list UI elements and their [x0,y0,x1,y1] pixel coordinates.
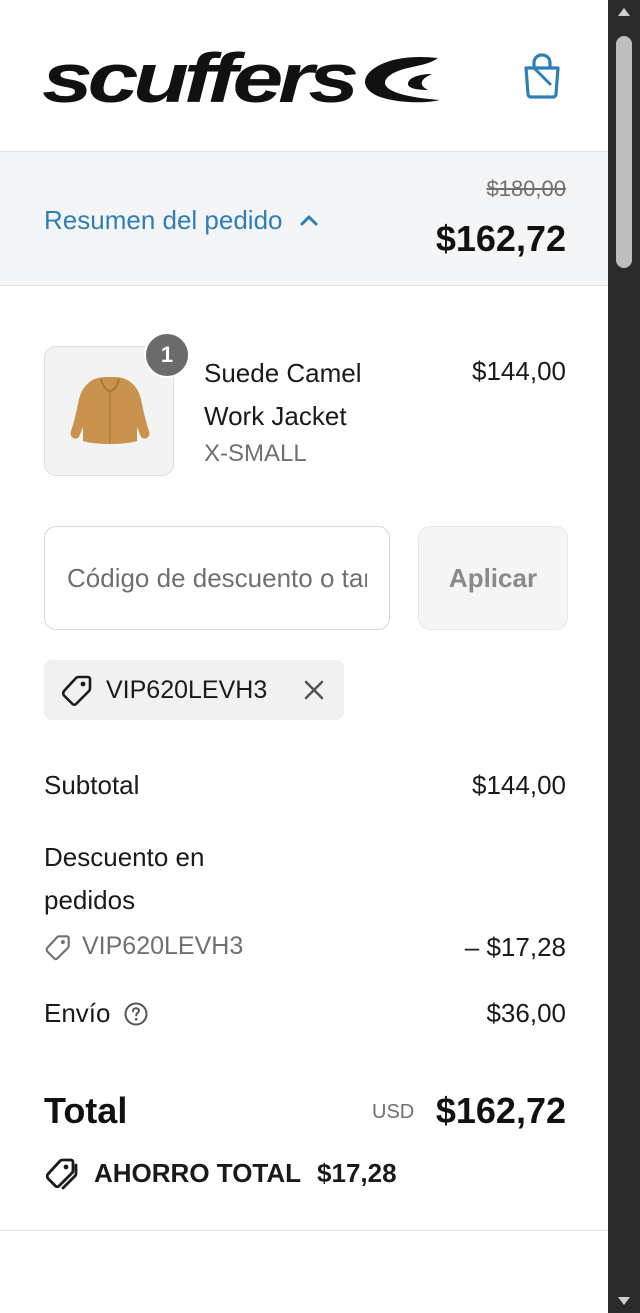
tags-icon [45,1158,78,1190]
svg-text:scuffers: scuffers [42,44,357,117]
total-savings-row: AHORRO TOTAL $17,28 [44,1156,397,1190]
header: scuffers [0,0,608,152]
discount-label: Descuento en pedidos [44,842,205,915]
summary-total-price: $162,72 [435,218,566,259]
product-name: Suede Camel Work Jacket [204,358,362,431]
total-label: Total [44,1090,128,1131]
shopping-bag-icon[interactable] [520,52,564,100]
tag-icon [45,934,70,960]
order-summary-toggle[interactable]: Resumen del pedido [44,202,319,238]
scuffers-logo[interactable]: scuffers [42,44,442,118]
shipping-label: Envío [44,998,111,1028]
tag-icon [61,675,92,707]
scrollbar[interactable] [608,0,640,1313]
order-summary-label: Resumen del pedido [44,204,283,235]
discount-code-label: VIP620LEVH3 [82,932,244,960]
total-savings-value: $17,28 [317,1157,397,1188]
total-value: $162,72 [435,1090,566,1131]
checkout-page: scuffers Resumen del pedido $180,00 $162… [0,0,608,1313]
subtotal-value: $144,00 [472,770,566,800]
applied-discount-chip: VIP620LEVH3 [44,660,344,720]
scroll-down-arrow-icon[interactable] [618,1297,630,1305]
shipping-row: Envío [44,998,149,1029]
apply-discount-button[interactable]: Aplicar [418,526,568,630]
applied-discount-code: VIP620LEVH3 [106,675,268,704]
total-currency: USD [372,1101,415,1123]
help-circle-icon[interactable] [123,1001,149,1027]
discount-code-row: VIP620LEVH3 [44,932,243,961]
close-icon[interactable] [300,676,328,704]
chevron-up-icon [300,215,317,226]
total-savings-label: AHORRO TOTAL [94,1157,302,1188]
quantity-badge: 1 [144,332,190,378]
shipping-value: $36,00 [486,998,566,1028]
scroll-up-arrow-icon[interactable] [618,8,630,16]
scrollbar-thumb[interactable] [616,36,632,268]
product-variant: X-SMALL [204,440,307,467]
discount-value: – $17,28 [464,932,566,962]
product-price: $144,00 [472,356,566,386]
divider [0,1230,608,1231]
discount-code-input[interactable] [44,526,390,630]
subtotal-label: Subtotal [44,770,140,800]
summary-compare-price: $180,00 [486,176,566,201]
